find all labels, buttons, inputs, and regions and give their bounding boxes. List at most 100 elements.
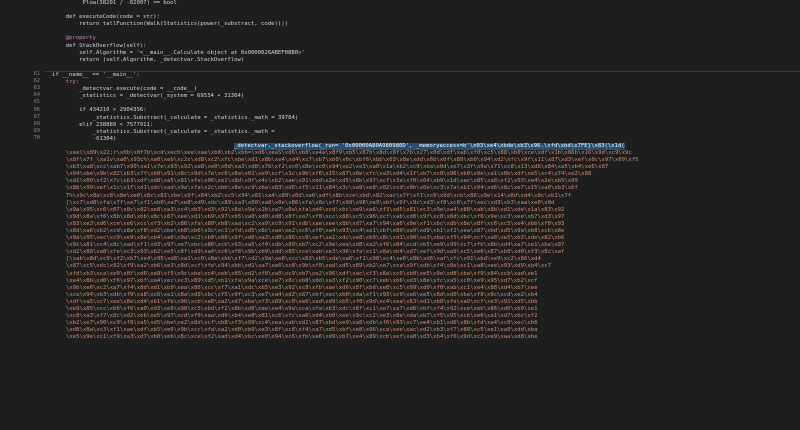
line-number: 67 <box>33 113 40 120</box>
bytes-literal-text: \xce\x94\xb3\xdb\xf9\xa8\xc6\xe1\x8a\xd8… <box>66 291 538 298</box>
line-number-gutter: 61 62 63 64 65 66 67 68 69 70 <box>0 0 44 430</box>
code-line[interactable]: Plow(38201 / -82007) == bool <box>44 0 800 7</box>
code-line[interactable]: \x94\xbe\x9b\x82\xb3\x7f\xb8\x91\x8c\x9d… <box>44 171 800 178</box>
bytes-literal-text: \x9c\x81\xc4\x8c\xad\xf1\xd3\x97\xe7\xbc… <box>66 242 565 249</box>
code-line-text: _statistics.Substract(_calculate = _stat… <box>92 128 275 135</box>
code-line[interactable] <box>44 28 800 35</box>
code-line[interactable]: \x9a\x95\xc6\x07\x8c\x82\xe8\xa3\xc4\xb3… <box>44 207 800 214</box>
bytes-literal-text: \xeel\x89\x22;r\x0b\x0f7b\xcd\xech\xee\x… <box>66 149 632 156</box>
code-line[interactable]: \x9c\x81\xc4\x8c\xad\xf1\xd3\x97\xe7\xbc… <box>44 242 800 249</box>
bytes-literal-text: \x83\xe3\xd6\xce\xe6\xcc\xf3\xb2\x86\xfa… <box>66 220 565 227</box>
code-line[interactable]: [\xc7\xd8\xfa\x7f\xe7\xf1\xb0\xa7\xe8\xd… <box>44 200 800 207</box>
line-number: 64 <box>33 92 40 99</box>
line-number: 62 <box>33 78 40 85</box>
bytes-literal-text: \xe5\x9e\xc1\xf9\xa3\xd7\xb0\xeb\x8c\xce… <box>66 334 538 341</box>
bytes-literal-text: [\xc7\xd8\xfa\x7f\xe7\xf1\xb0\xa7\xe8\xd… <box>66 199 555 206</box>
code-line[interactable]: def StackOverflow(self): <box>44 43 800 50</box>
code-line[interactable]: \xce\x94\xb3\xdb\xf9\xa8\xc6\xe1\x8a\xd8… <box>44 292 800 299</box>
code-line[interactable]: _statistics = _detectvar(_system = 69534… <box>44 93 800 100</box>
bytes-literal-text: \x8d\xa6\xb2\xcd\x8a\xf8\xd2\xbe\xb8\xb6… <box>66 228 565 234</box>
code-line[interactable]: \x87\xc5\xdc\x92\xf9\xa2\xb6\xe3\x8d\xcf… <box>44 263 800 270</box>
bytes-literal-text: \x9a\x95\xec\xc9\xe9\x8e\xb4\xa6\x9a\xc2… <box>66 235 565 242</box>
bytes-literal-text: \xfd\xb3\xca\xe0\x8f\xd6\xa9\xf5\x9c\xbe… <box>66 270 538 277</box>
code-line-text: Plow(38201 / -82007) == bool <box>82 0 177 6</box>
bytes-literal-text: \x9a\x95\xc6\x07\x8c\x82\xe8\xa3\xc4\xb3… <box>66 206 565 213</box>
code-line[interactable] <box>44 7 800 14</box>
code-line[interactable]: \xdf\xa5\xc7\xee\x8e\xd4\xb1\xfb\x96\xcb… <box>44 299 800 306</box>
code-line[interactable]: \x8f\x7f_\xa1v\xa0\x93c%\xa0\xeb\xc2s\xd… <box>44 157 800 164</box>
code-line-text: @property <box>65 35 96 42</box>
bytes-literal-text: \xd1\x00\xf2\x7c\xb3\xdf\xd8\xa5\x81\xfe… <box>66 178 578 185</box>
code-line-text: _statistics.Substract(_calculate = _stat… <box>92 114 299 121</box>
code-line[interactable]: -61304) <box>44 136 800 143</box>
code-line[interactable]: \xd8\x8a\xc3\xf1\xae\xdf\xb5\xe6\x9b\xcc… <box>44 327 800 334</box>
code-line[interactable]: \xb3\xa8\xcc\xab7\x90\xa1\x7e\x93\x92\xa… <box>44 164 800 171</box>
line-number: 63 <box>33 85 40 92</box>
code-line[interactable]: \xe4\x8b\xd0\xf6\x97\xbf\xa4\xec\xc3\x89… <box>44 278 800 285</box>
code-line-text: if __name__ == '__main__': <box>52 71 140 78</box>
bytes-literal-text: \x8b\x99\xef\x1c\x1f\xd1\xdc\xad\x9a\xfa… <box>66 185 578 192</box>
line-number: 65 <box>33 99 40 106</box>
code-line[interactable]: self.Algorithm = '<__main__.Calculate ob… <box>44 50 800 57</box>
line-number: 68 <box>33 120 40 127</box>
code-line-text: if 434210 > 2904356: <box>79 107 147 114</box>
code-area[interactable]: Plow(38201 / -82007) == bool def executeC… <box>44 0 800 430</box>
bytes-literal-text: \x87\xc5\xdc\x92\xf9\xa2\xb6\xe3\x8d\xcf… <box>66 263 551 270</box>
code-line[interactable]: _detectvar._stackoverflow(_run= '0x00000… <box>44 142 800 150</box>
code-line[interactable]: _statistics.Substract(_calculate = _stat… <box>44 115 800 122</box>
code-line[interactable]: \xc8\xa3\xf7\x8c\xd2\xbb\xe5\x97\xcd\xf0… <box>44 313 800 320</box>
bytes-literal-text: \x94\xbe\x9b\x82\xb3\x7f\xb8\x91\x8c\x9d… <box>66 171 592 178</box>
code-line-text: _detectvar.execute(code = __code__) <box>79 86 198 93</box>
bytes-literal-text: [\xab\x8d\xc9\xf2\xb7\xe4\x95\xd8\xa1\xc… <box>66 256 541 263</box>
code-line[interactable]: return tallFunction(Walk(Statistics(powe… <box>44 21 800 28</box>
code-line[interactable]: def executeCode(code = str): <box>44 14 800 21</box>
bytes-literal-text: \xe4\x8b\xd0\xf6\x97\xbf\xa4\xec\xc3\x89… <box>66 277 538 284</box>
code-line[interactable]: [\xab\x8d\xc9\xf2\xb7\xe4\x95\xd8\xa1\xc… <box>44 256 800 263</box>
code-line-text: def executeCode(code = str): <box>65 14 160 21</box>
code-line[interactable]: \xd2\x88\xa8\xfe\xc3\x93\xb2\xe5\x8f\xd9… <box>44 249 800 256</box>
code-line[interactable]: if 434210 > 2904356: <box>44 107 800 114</box>
code-line[interactable]: \xd1\x00\xf2\x7c\xb3\xdf\xd8\xa5\x81\xfe… <box>44 178 800 185</box>
code-line[interactable]: try: <box>44 79 800 86</box>
bytes-literal-text: \xdf\xa5\xc7\xee\x8e\xd4\xb1\xfb\x96\xcb… <box>66 298 538 305</box>
code-line[interactable]: \xe5\x9e\xc1\xf9\xa3\xd7\xb0\xeb\x8c\xce… <box>44 334 800 341</box>
code-line[interactable]: \x8b\x99\xef\x1c\x1f\xd1\xdc\xad\x9a\xfa… <box>44 185 800 192</box>
line-number: 69 <box>33 127 40 134</box>
code-line[interactable]: _statistics.Substract(_calculate = _stat… <box>44 129 800 136</box>
code-line[interactable]: \x9d\x8a\xf6\x8b\x8d\xbb\x8c\x87\xee\xd1… <box>44 214 800 221</box>
code-line[interactable]: \x9a\x95\xec\xc9\xe9\x8e\xb4\xa6\x9a\xc2… <box>44 235 800 242</box>
code-line[interactable]: return (self.Algorithm, _detectvar.Stack… <box>44 57 800 64</box>
code-line[interactable] <box>44 64 800 71</box>
code-line[interactable]: \x83\xe3\xd6\xce\xe6\xcc\xf3\xb2\x86\xfa… <box>44 221 800 228</box>
code-line[interactable]: \x9b\xe6\xc2\xa7\xf4\x8d\xd1\xb9\xea\x86… <box>44 285 800 292</box>
code-line-text: self.Algorithm = '<__main__.Calculate ob… <box>79 49 305 56</box>
code-line-text: return (self.Algorithm, _detectvar.Stack… <box>79 56 245 63</box>
code-line[interactable]: \xe9\x85\xcc\xb6\xf6\xa0\xd3\xe0\x98\xc5… <box>44 306 800 313</box>
code-line[interactable]: _detectvar.execute(code = __code__) <box>44 86 800 93</box>
line-number: 70 <box>33 134 40 141</box>
bytes-literal-text: \xd8\x8a\xc3\xf1\xae\xdf\xb5\xe6\x9b\xcc… <box>66 327 538 334</box>
code-line[interactable]: T%\x9c\x8a\xc8\x8e\xe0\x8c\x81\xbe\x9f\x… <box>44 193 800 200</box>
bytes-literal-text: \x8f\x7f_\xa1v\xa0\x93c%\xa0\xeb\xc2s\xd… <box>66 157 639 164</box>
code-line-text: try: <box>65 79 80 86</box>
code-editor[interactable]: 61 62 63 64 65 66 67 68 69 70 Plow(38201 / -82007… <box>0 0 800 430</box>
bytes-literal-text: T%\x9c\x8a\xc8\x8e\xe0\x8c\x81\xbe\x9f\x… <box>66 192 572 199</box>
bytes-literal-text: \xb2\xe7\x90\xc9\xf8\xa5\xd5\xbe\xe2\x8d… <box>66 320 538 327</box>
bytes-literal-text: \x9b\xe6\xc2\xa7\xf4\x8d\xd1\xb9\xea\x86… <box>66 284 538 291</box>
selected-call-text: _detectvar._stackoverflow(_run= '0x00000… <box>234 142 625 150</box>
code-line-text: elif 238889 < 7577911: <box>79 121 154 128</box>
code-line[interactable]: \xeel\x89\x22;r\x0b\x0f7b\xcd\xech\xee\x… <box>44 150 800 157</box>
line-number: 66 <box>33 106 40 113</box>
code-line[interactable] <box>44 100 800 107</box>
code-line[interactable]: elif 238889 < 7577911: <box>44 122 800 129</box>
code-line[interactable]: \x8d\xa6\xb2\xcd\x8a\xf8\xd2\xbe\xb8\xb6… <box>44 228 800 235</box>
code-line-text: -61304) <box>92 135 117 142</box>
code-line[interactable]: @property <box>44 35 800 42</box>
code-line[interactable]: \xfd\xb3\xca\xe0\x8f\xd6\xa9\xf5\x9c\xbe… <box>44 271 800 278</box>
bytes-literal-text: \xc8\xa3\xf7\x8c\xd2\xbb\xe5\x97\xcd\xf0… <box>66 313 538 320</box>
bytes-literal-text: \xe9\x85\xcc\xb6\xf6\xa0\xd3\xe0\x98\xc5… <box>66 306 538 313</box>
code-line[interactable]: if __name__ == '__main__': <box>44 72 800 79</box>
line-number: 61 <box>33 71 40 77</box>
code-line[interactable]: \xb2\xe7\x90\xc9\xf8\xa5\xd5\xbe\xe2\x8d… <box>44 320 800 327</box>
bytes-literal-text: \xd2\x88\xa8\xfe\xc3\x93\xb2\xe5\x8f\xd9… <box>66 249 565 256</box>
